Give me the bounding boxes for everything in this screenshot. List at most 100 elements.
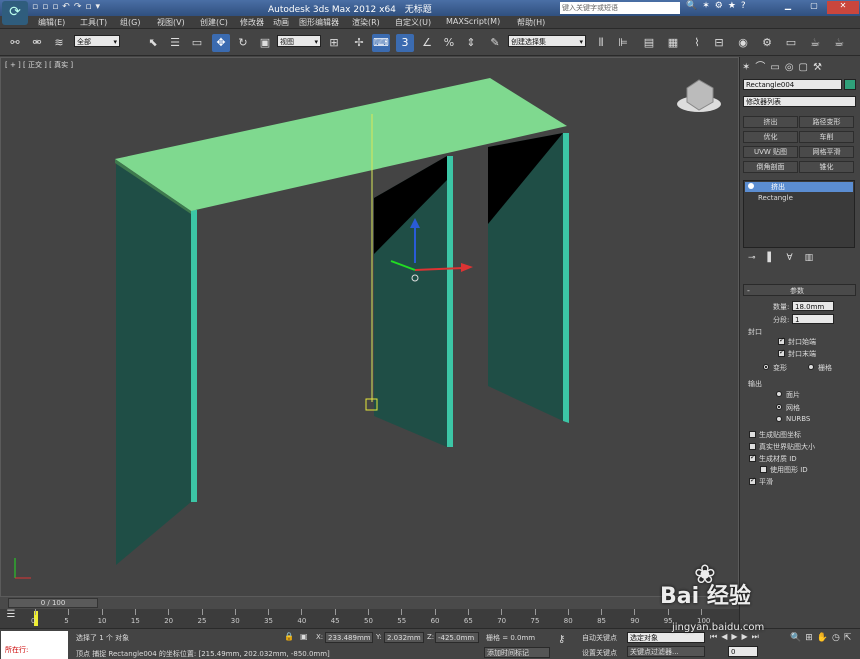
- morph-radio[interactable]: [763, 364, 769, 370]
- stack-controls[interactable]: ⊸▌∀▥: [748, 253, 825, 263]
- menu-graph-editors[interactable]: 图形编辑器: [299, 17, 339, 28]
- navigation-controls[interactable]: 🔍⊞✋◷⇱: [790, 633, 855, 643]
- scene-canvas[interactable]: [1, 58, 738, 596]
- title-tool-icons[interactable]: 🔍✶⚙★?: [686, 1, 751, 11]
- maxscript-listener[interactable]: 所在行:: [1, 631, 68, 659]
- mod-button-taper[interactable]: 锥化: [799, 161, 854, 173]
- menu-animation[interactable]: 动画: [273, 17, 289, 28]
- menu-views[interactable]: 视图(V): [157, 17, 185, 28]
- patch-radio[interactable]: [776, 391, 782, 397]
- angle-snap-icon[interactable]: ∠: [418, 34, 436, 52]
- gen-mat-id-checkbox[interactable]: [749, 453, 756, 462]
- rect-region-icon[interactable]: ▭: [188, 34, 206, 52]
- menu-edit[interactable]: 编辑(E): [38, 17, 65, 28]
- reference-coord-dropdown[interactable]: 视图: [277, 35, 321, 48]
- stack-item-rectangle[interactable]: Rectangle: [758, 194, 793, 202]
- app-logo-icon[interactable]: ⟳: [2, 1, 28, 25]
- menu-group[interactable]: 组(G): [120, 17, 140, 28]
- menu-create[interactable]: 创建(C): [200, 17, 228, 28]
- select-object-icon[interactable]: ⬉: [144, 34, 162, 52]
- smooth-checkbox[interactable]: [749, 476, 756, 485]
- time-slider[interactable]: 0 / 100: [0, 597, 739, 609]
- select-rotate-icon[interactable]: ↻: [234, 34, 252, 52]
- spinner-snap-icon[interactable]: ⇕: [462, 34, 480, 52]
- modifier-stack[interactable]: 挤出 Rectangle: [743, 180, 855, 248]
- mod-button-optimize[interactable]: 优化: [743, 131, 798, 143]
- keyboard-shortcut-icon[interactable]: ⌨: [372, 34, 390, 52]
- absolute-mode-icon[interactable]: ▣: [300, 632, 308, 641]
- mod-button-extrude[interactable]: 挤出: [743, 116, 798, 128]
- mirror-icon[interactable]: ⫴: [592, 34, 610, 52]
- close-button[interactable]: ✕: [827, 1, 859, 14]
- lock-icon[interactable]: 🔒: [284, 632, 294, 641]
- amount-field[interactable]: 18.0mm: [792, 301, 834, 311]
- auto-key-button[interactable]: 自动关键点: [582, 633, 617, 643]
- set-key-button[interactable]: 设置关键点: [582, 648, 617, 658]
- render-production-icon[interactable]: ☕: [806, 34, 824, 52]
- cap-start-checkbox[interactable]: [778, 336, 785, 345]
- minimize-button[interactable]: ▁: [775, 1, 801, 14]
- use-shape-id-checkbox[interactable]: [760, 466, 767, 473]
- stack-item-extrude[interactable]: 挤出: [745, 182, 853, 192]
- menu-customize[interactable]: 自定义(U): [395, 17, 431, 28]
- time-slider-thumb[interactable]: 0 / 100: [8, 598, 98, 608]
- unlink-icon[interactable]: ⚮: [28, 34, 46, 52]
- nurbs-radio[interactable]: [776, 416, 782, 422]
- mod-button-lathe[interactable]: 车削: [799, 131, 854, 143]
- menu-maxscript[interactable]: MAXScript(M): [446, 17, 500, 26]
- panel-tabs[interactable]: ✶⌒▭◎▢⚒: [742, 58, 859, 74]
- menu-tools[interactable]: 工具(T): [80, 17, 107, 28]
- key-filters-button[interactable]: 关键点过滤器...: [627, 646, 705, 657]
- search-input[interactable]: 键入关键字或短语: [560, 2, 680, 14]
- menu-help[interactable]: 帮助(H): [517, 17, 545, 28]
- segments-field[interactable]: 1: [792, 314, 834, 324]
- playback-controls[interactable]: ⏮◀▶▶⏭: [710, 632, 763, 642]
- current-frame-field[interactable]: 0: [728, 646, 758, 657]
- mod-button-bevel-profile[interactable]: 倒角剖面: [743, 161, 798, 173]
- add-time-tag-button[interactable]: 添加时间标记: [484, 647, 550, 658]
- edit-named-sets-icon[interactable]: ✎: [486, 34, 504, 52]
- track-bar[interactable]: ☰ 0 5 10 15 20 25 30 35 40 45 50 55 60 65 70 75 80 85 90 95…: [0, 609, 739, 628]
- select-scale-icon[interactable]: ▣: [256, 34, 274, 52]
- bind-space-warp-icon[interactable]: ≋: [50, 34, 68, 52]
- select-manipulate-icon[interactable]: ✢: [350, 34, 368, 52]
- perspective-viewport[interactable]: [ + ] [ 正交 ] [ 真实 ]: [0, 57, 739, 597]
- mod-button-uvw-map[interactable]: UVW 贴图: [743, 146, 798, 158]
- select-move-icon[interactable]: ✥: [212, 34, 230, 52]
- align-icon[interactable]: ⊫: [614, 34, 632, 52]
- named-selection-dropdown[interactable]: 创建选择集: [508, 35, 586, 48]
- percent-snap-icon[interactable]: %: [440, 34, 458, 52]
- z-coord-field[interactable]: -425.0mm: [435, 632, 479, 643]
- selection-filter-dropdown[interactable]: 全部: [74, 35, 120, 48]
- object-color-swatch[interactable]: [844, 79, 856, 90]
- link-icon[interactable]: ⚯: [6, 34, 24, 52]
- layer-manager-icon[interactable]: ▤: [640, 34, 658, 52]
- object-name-field[interactable]: Rectangle004: [743, 79, 842, 90]
- mini-curve-icon[interactable]: ☰: [0, 609, 22, 628]
- x-coord-field[interactable]: 233.489mm: [325, 632, 373, 643]
- render-setup-icon[interactable]: ⚙: [758, 34, 776, 52]
- rollout-header[interactable]: - 参数: [743, 284, 856, 296]
- render-iterative-icon[interactable]: ☕: [830, 34, 848, 52]
- select-by-name-icon[interactable]: ☰: [166, 34, 184, 52]
- menu-rendering[interactable]: 渲染(R): [352, 17, 380, 28]
- key-icon[interactable]: ⚷: [558, 634, 565, 645]
- curve-editor-icon[interactable]: ⌇: [688, 34, 706, 52]
- graphite-tools-icon[interactable]: ▦: [664, 34, 682, 52]
- maximize-button[interactable]: ▢: [801, 1, 827, 14]
- mesh-radio[interactable]: [776, 404, 782, 410]
- rendered-frame-icon[interactable]: ▭: [782, 34, 800, 52]
- mod-button-path-deform[interactable]: 路径变形: [799, 116, 854, 128]
- quick-access-icons[interactable]: ▫▫▫↶↷▫▾: [32, 2, 104, 12]
- mod-button-meshsmooth[interactable]: 网格平滑: [799, 146, 854, 158]
- material-editor-icon[interactable]: ◉: [734, 34, 752, 52]
- y-coord-field[interactable]: 2.032mm: [384, 632, 424, 643]
- light-bulb-icon[interactable]: [748, 183, 754, 189]
- real-world-checkbox[interactable]: [749, 443, 756, 450]
- grid-radio[interactable]: [808, 364, 814, 370]
- pivot-center-icon[interactable]: ⊞: [325, 34, 343, 52]
- schematic-view-icon[interactable]: ⊟: [710, 34, 728, 52]
- modifier-list-dropdown[interactable]: 修改器列表: [743, 96, 856, 107]
- cap-end-checkbox[interactable]: [778, 348, 785, 357]
- gen-map-coords-checkbox[interactable]: [749, 431, 756, 438]
